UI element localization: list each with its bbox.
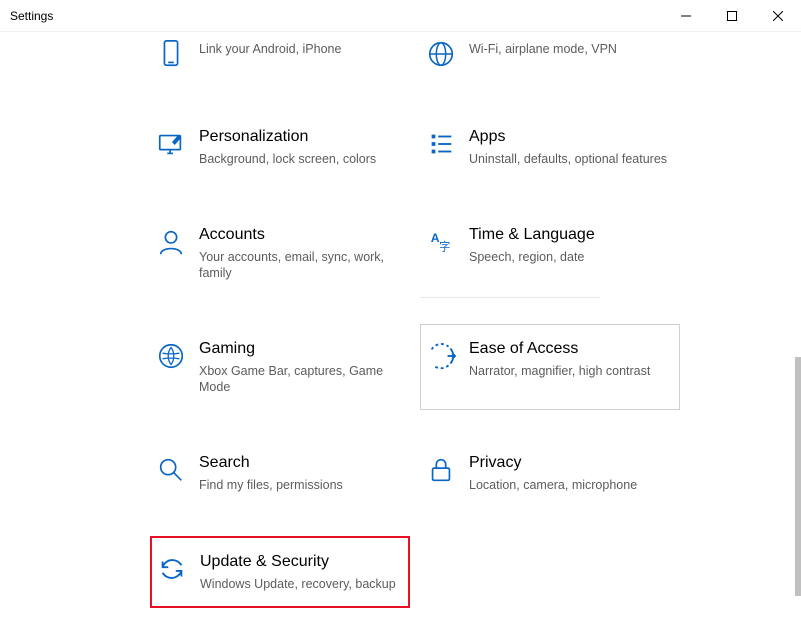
time-language-icon: A字 bbox=[421, 225, 461, 257]
category-title: Accounts bbox=[199, 225, 399, 245]
category-ease-of-access[interactable]: Ease of Access Narrator, magnifier, high… bbox=[420, 324, 680, 410]
globe-icon bbox=[421, 37, 461, 69]
close-button[interactable] bbox=[755, 0, 801, 32]
svg-text:字: 字 bbox=[439, 239, 450, 253]
category-search[interactable]: Search Find my files, permissions bbox=[150, 438, 410, 508]
category-privacy[interactable]: Privacy Location, camera, microphone bbox=[420, 438, 680, 508]
category-desc: Find my files, permissions bbox=[199, 477, 399, 493]
category-desc: Location, camera, microphone bbox=[469, 477, 669, 493]
category-title: Time & Language bbox=[469, 225, 669, 245]
category-title: Privacy bbox=[469, 453, 669, 473]
category-title: Gaming bbox=[199, 339, 399, 359]
category-title: Search bbox=[199, 453, 399, 473]
apps-icon bbox=[421, 127, 461, 159]
window-controls bbox=[663, 0, 801, 32]
category-title: Personalization bbox=[199, 127, 399, 147]
category-desc: Link your Android, iPhone bbox=[199, 41, 399, 57]
minimize-button[interactable] bbox=[663, 0, 709, 32]
category-desc: Speech, region, date bbox=[469, 249, 669, 265]
maximize-button[interactable] bbox=[709, 0, 755, 32]
category-desc: Xbox Game Bar, captures, Game Mode bbox=[199, 363, 399, 395]
category-title: Update & Security bbox=[200, 552, 398, 572]
settings-content: Link your Android, iPhone Wi-Fi, airplan… bbox=[0, 32, 801, 630]
category-phone[interactable]: Link your Android, iPhone bbox=[150, 32, 410, 84]
category-gaming[interactable]: Gaming Xbox Game Bar, captures, Game Mod… bbox=[150, 324, 410, 410]
category-title: Apps bbox=[469, 127, 669, 147]
gaming-icon bbox=[151, 339, 191, 371]
phone-icon bbox=[151, 37, 191, 69]
ease-of-access-icon bbox=[421, 339, 461, 371]
search-icon bbox=[151, 453, 191, 485]
window-title: Settings bbox=[10, 9, 53, 23]
category-desc: Your accounts, email, sync, work, family bbox=[199, 249, 399, 281]
scrollbar[interactable] bbox=[795, 62, 801, 630]
category-desc: Wi-Fi, airplane mode, VPN bbox=[469, 41, 669, 57]
category-title: Ease of Access bbox=[469, 339, 669, 359]
category-network[interactable]: Wi-Fi, airplane mode, VPN bbox=[420, 32, 680, 84]
accounts-icon bbox=[151, 225, 191, 257]
personalization-icon bbox=[151, 127, 191, 159]
category-time-language[interactable]: A字 Time & Language Speech, region, date bbox=[420, 210, 680, 296]
settings-grid: Link your Android, iPhone Wi-Fi, airplan… bbox=[150, 32, 680, 608]
category-desc: Uninstall, defaults, optional features bbox=[469, 151, 669, 167]
category-personalization[interactable]: Personalization Background, lock screen,… bbox=[150, 112, 410, 182]
scrollbar-thumb[interactable] bbox=[795, 357, 801, 596]
category-update-security[interactable]: Update & Security Windows Update, recove… bbox=[150, 536, 410, 608]
titlebar: Settings bbox=[0, 0, 801, 32]
category-desc: Background, lock screen, colors bbox=[199, 151, 399, 167]
category-desc: Narrator, magnifier, high contrast bbox=[469, 363, 669, 379]
category-accounts[interactable]: Accounts Your accounts, email, sync, wor… bbox=[150, 210, 410, 296]
category-apps[interactable]: Apps Uninstall, defaults, optional featu… bbox=[420, 112, 680, 182]
category-desc: Windows Update, recovery, backup bbox=[200, 576, 398, 592]
update-security-icon bbox=[152, 552, 192, 584]
privacy-icon bbox=[421, 453, 461, 485]
